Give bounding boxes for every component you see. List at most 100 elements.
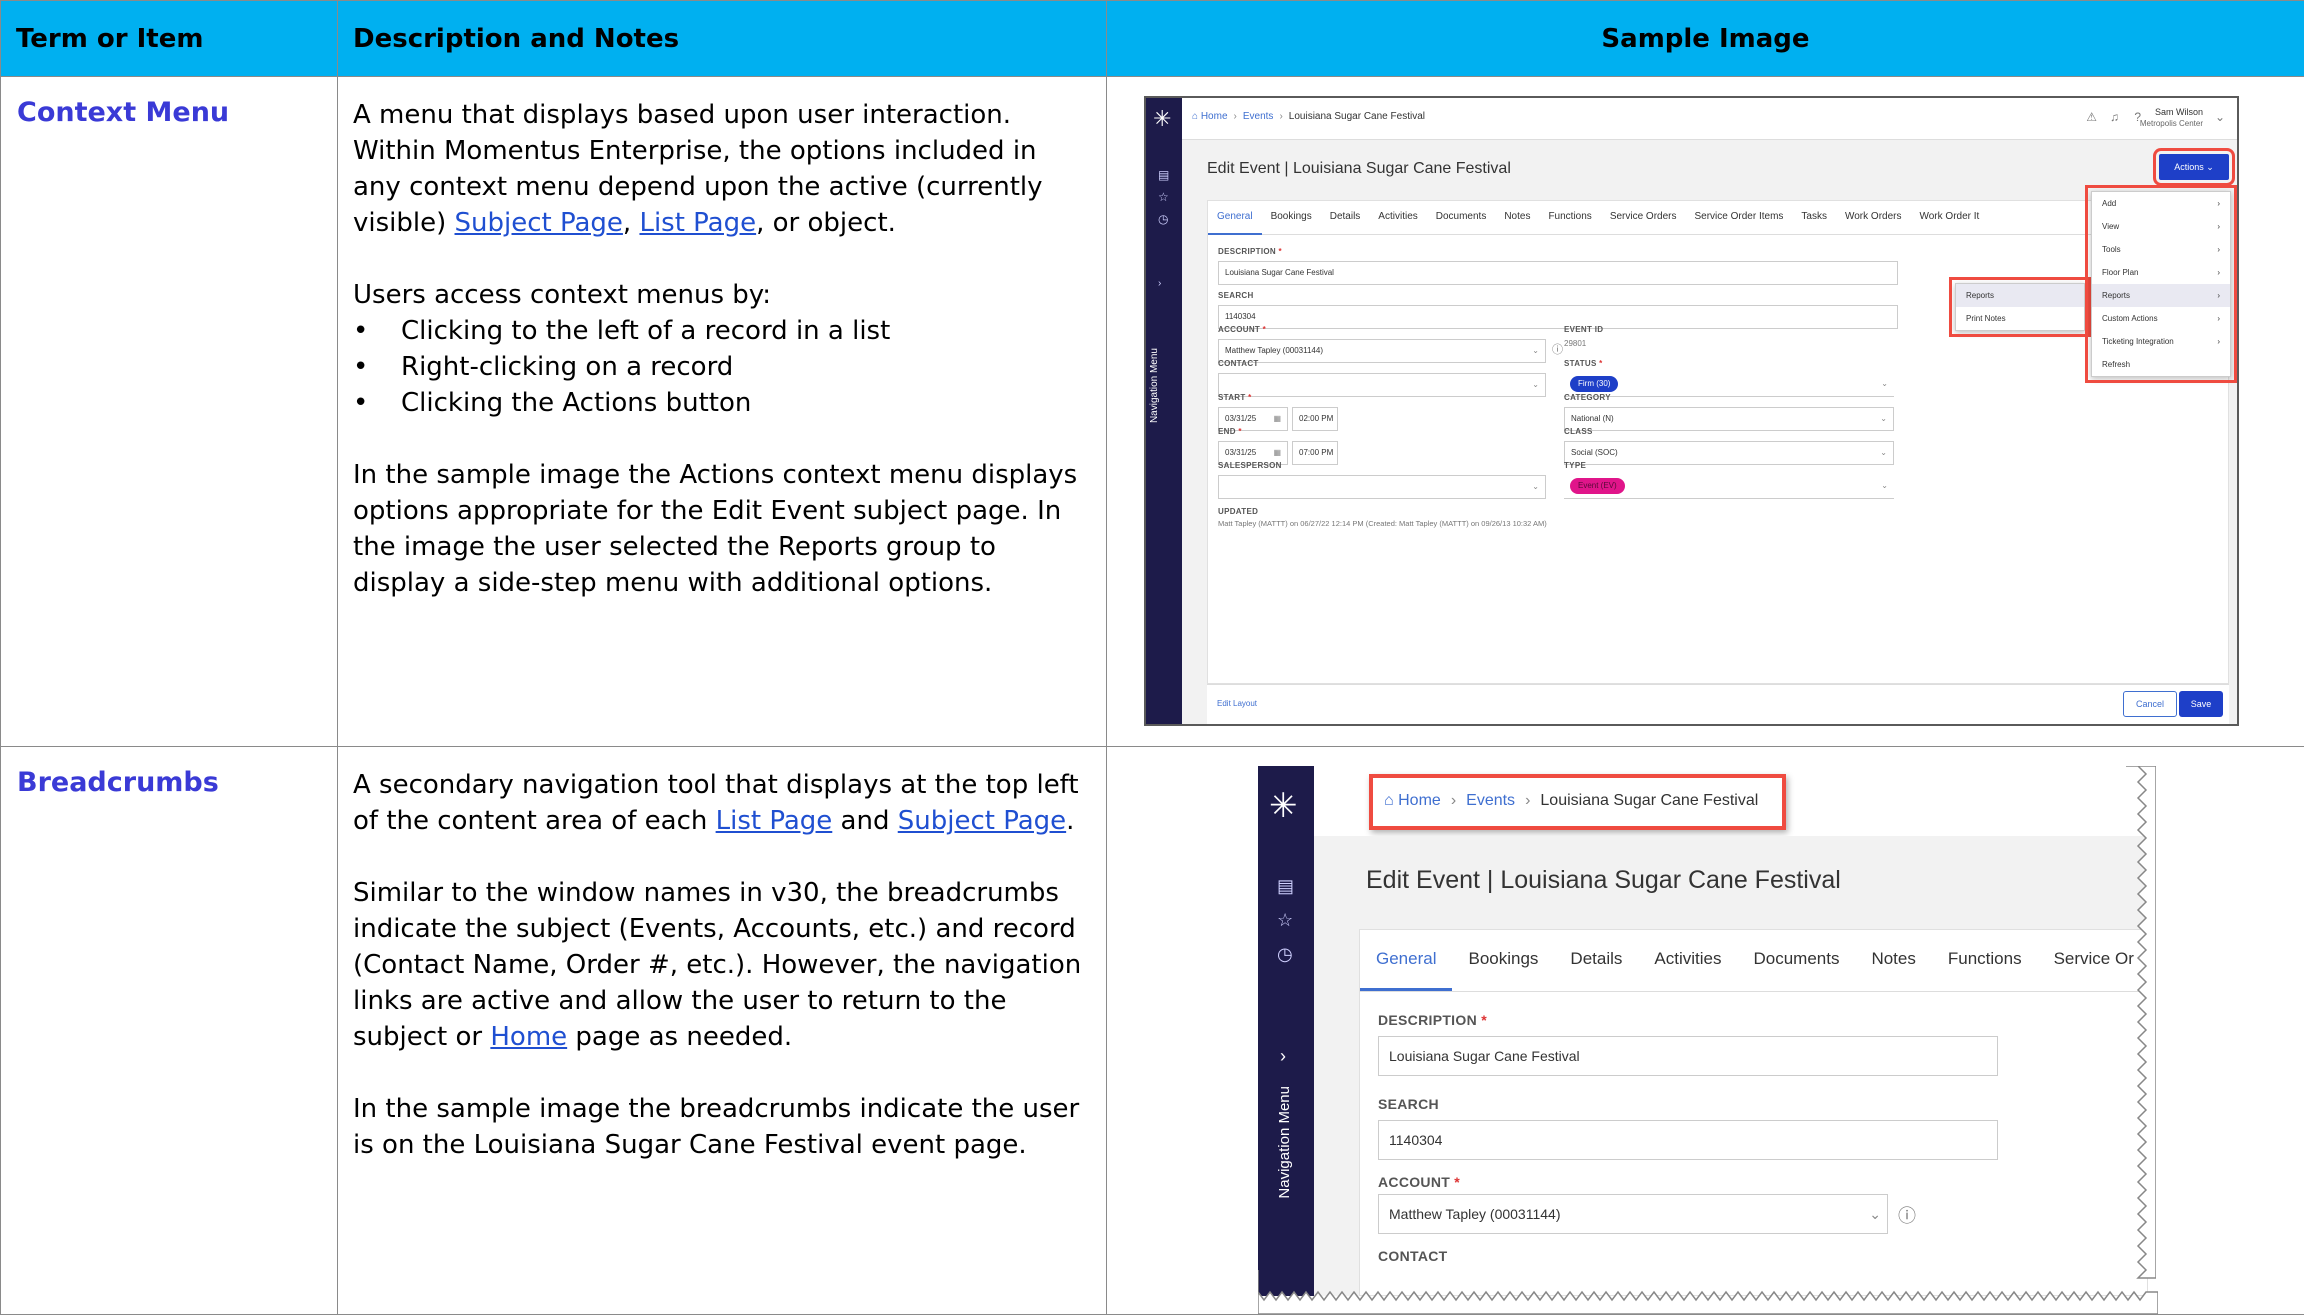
user-menu[interactable]: Sam Wilson Metropolis Center — [2140, 106, 2203, 130]
tab-general[interactable]: General — [1208, 201, 1262, 235]
menu-item-add[interactable]: Add› — [2092, 192, 2230, 215]
chevron-right-icon[interactable]: › — [1280, 1046, 1286, 1067]
list-icon[interactable]: ▤ — [1158, 168, 1169, 182]
info-icon[interactable]: ⓘ — [1898, 1202, 1916, 1228]
end-time-field[interactable]: 07:00 PM — [1292, 441, 1338, 465]
tab-service-orders[interactable]: Service Orders — [1601, 201, 1686, 233]
tab-bookings[interactable]: Bookings — [1452, 930, 1554, 988]
chevron-right-icon[interactable]: › — [1158, 278, 1161, 289]
tab-service-order-items[interactable]: Service Order Items — [1686, 201, 1793, 233]
bell-icon[interactable]: ♫ — [2110, 110, 2119, 124]
chevron-down-icon: ⌄ — [1532, 374, 1539, 396]
history-icon[interactable]: ◷ — [1158, 212, 1168, 226]
breadcrumb-home[interactable]: Home — [1398, 792, 1441, 809]
notifications-icon[interactable]: ⚠ — [2086, 110, 2097, 124]
tab-details[interactable]: Details — [1554, 930, 1638, 988]
description-label: DESCRIPTION * — [1378, 1012, 1487, 1028]
breadcrumb-events[interactable]: Events — [1466, 792, 1515, 809]
bullet-item: Right-clicking on a record — [353, 349, 1091, 385]
contact-field[interactable]: ⌄ — [1218, 373, 1546, 397]
navigation-menu-label[interactable]: Navigation Menu — [1276, 1086, 1293, 1199]
torn-edge-bottom — [1258, 1270, 2158, 1314]
tab-documents[interactable]: Documents — [1427, 201, 1496, 233]
status-field[interactable]: Firm (30)⌄ — [1564, 373, 1894, 397]
edit-layout-link[interactable]: Edit Layout — [1217, 699, 1257, 708]
navigation-rail: ✳ ▤ ☆ ◷ › Navigation Menu — [1146, 98, 1182, 724]
submenu-item-reports[interactable]: Reports — [1956, 284, 2084, 307]
home-link[interactable]: Home — [490, 1022, 567, 1052]
tab-bar: GeneralBookingsDetailsActivitiesDocument… — [1360, 930, 2147, 992]
cancel-button[interactable]: Cancel — [2123, 691, 2177, 717]
menu-item-floor-plan[interactable]: Floor Plan› — [2092, 261, 2230, 284]
description-paragraph: Similar to the window names in v30, the … — [353, 875, 1091, 1055]
start-time-field[interactable]: 02:00 PM — [1292, 407, 1338, 431]
account-label: ACCOUNT * — [1218, 325, 1266, 334]
account-field[interactable]: Matthew Tapley (00031144)⌄ — [1378, 1194, 1888, 1234]
tab-activities[interactable]: Activities — [1638, 930, 1737, 988]
chevron-down-icon: ⌄ — [1532, 476, 1539, 498]
menu-item-reports[interactable]: Reports› — [2092, 284, 2230, 307]
menu-item-ticketing-integration[interactable]: Ticketing Integration› — [2092, 330, 2230, 353]
menu-item-refresh[interactable]: Refresh — [2092, 353, 2230, 376]
end-label: END * — [1218, 427, 1242, 436]
account-field[interactable]: Matthew Tapley (00031144)⌄ — [1218, 339, 1546, 363]
breadcrumb-events[interactable]: Events — [1243, 111, 1274, 122]
submenu-item-print-notes[interactable]: Print Notes — [1956, 307, 2084, 330]
edit-event-card: GeneralBookingsDetailsActivitiesDocument… — [1359, 929, 2148, 1296]
subject-page-link[interactable]: Subject Page — [898, 806, 1066, 836]
tab-bookings[interactable]: Bookings — [1262, 201, 1321, 233]
chevron-down-icon: ⌄ — [2206, 162, 2214, 172]
chevron-down-icon: ⌄ — [1532, 340, 1539, 362]
chevron-right-icon: › — [2217, 215, 2220, 238]
star-icon[interactable]: ☆ — [1158, 190, 1169, 204]
chevron-down-icon: ⌄ — [1880, 408, 1887, 430]
text-run: , or object. — [756, 208, 896, 238]
list-icon[interactable]: ▤ — [1277, 876, 1294, 897]
search-field[interactable]: 1140304 — [1378, 1120, 1998, 1160]
navigation-rail: ✳ ▤ ☆ ◷ › Navigation Menu — [1258, 766, 1314, 1296]
bullet-item: Clicking the Actions button — [353, 385, 1091, 421]
subject-page-link[interactable]: Subject Page — [455, 208, 623, 238]
actions-button[interactable]: Actions ⌄ — [2159, 154, 2229, 180]
save-button[interactable]: Save — [2179, 691, 2223, 717]
user-venue: Metropolis Center — [2140, 118, 2203, 130]
star-icon[interactable]: ☆ — [1277, 910, 1293, 931]
menu-item-custom-actions[interactable]: Custom Actions› — [2092, 307, 2230, 330]
list-page-link[interactable]: List Page — [716, 806, 833, 836]
description-cell: A menu that displays based upon user int… — [338, 77, 1107, 747]
tab-activities[interactable]: Activities — [1369, 201, 1426, 233]
chevron-down-icon: ⌄ — [1881, 475, 1888, 497]
tab-tasks[interactable]: Tasks — [1792, 201, 1836, 233]
description-paragraph: In the sample image the Actions context … — [353, 457, 1091, 601]
category-field[interactable]: National (N)⌄ — [1564, 407, 1894, 431]
tab-functions[interactable]: Functions — [1539, 201, 1600, 233]
breadcrumb-home[interactable]: Home — [1201, 111, 1228, 122]
tab-notes[interactable]: Notes — [1495, 201, 1539, 233]
tab-details[interactable]: Details — [1321, 201, 1370, 233]
class-field[interactable]: Social (SOC)⌄ — [1564, 441, 1894, 465]
chevron-down-icon[interactable]: ⌄ — [2215, 110, 2225, 124]
tab-functions[interactable]: Functions — [1932, 930, 2038, 988]
description-field[interactable]: Louisiana Sugar Cane Festival — [1218, 261, 1898, 285]
menu-item-tools[interactable]: Tools› — [2092, 238, 2230, 261]
search-field[interactable]: 1140304 — [1218, 305, 1898, 329]
tab-work-order-items[interactable]: Work Order It — [1910, 201, 1988, 233]
navigation-menu-label[interactable]: Navigation Menu — [1149, 348, 1160, 423]
breadcrumb-current: Louisiana Sugar Cane Festival — [1540, 792, 1758, 809]
tab-general[interactable]: General — [1360, 930, 1452, 991]
search-label: SEARCH — [1218, 291, 1254, 300]
info-icon[interactable]: ⓘ — [1552, 341, 1563, 357]
tab-notes[interactable]: Notes — [1855, 930, 1931, 988]
salesperson-field[interactable]: ⌄ — [1218, 475, 1546, 499]
event-id-label: EVENT ID — [1564, 325, 1603, 334]
menu-item-view[interactable]: View› — [2092, 215, 2230, 238]
description-field[interactable]: Louisiana Sugar Cane Festival — [1378, 1036, 1998, 1076]
chevron-right-icon: › — [2217, 261, 2220, 284]
tab-work-orders[interactable]: Work Orders — [1836, 201, 1911, 233]
list-page-link[interactable]: List Page — [639, 208, 756, 238]
description-paragraph: A menu that displays based upon user int… — [353, 97, 1091, 241]
history-icon[interactable]: ◷ — [1277, 944, 1293, 965]
contact-label: CONTACT — [1378, 1248, 1448, 1264]
tab-documents[interactable]: Documents — [1737, 930, 1855, 988]
type-field[interactable]: Event (EV)⌄ — [1564, 475, 1894, 499]
